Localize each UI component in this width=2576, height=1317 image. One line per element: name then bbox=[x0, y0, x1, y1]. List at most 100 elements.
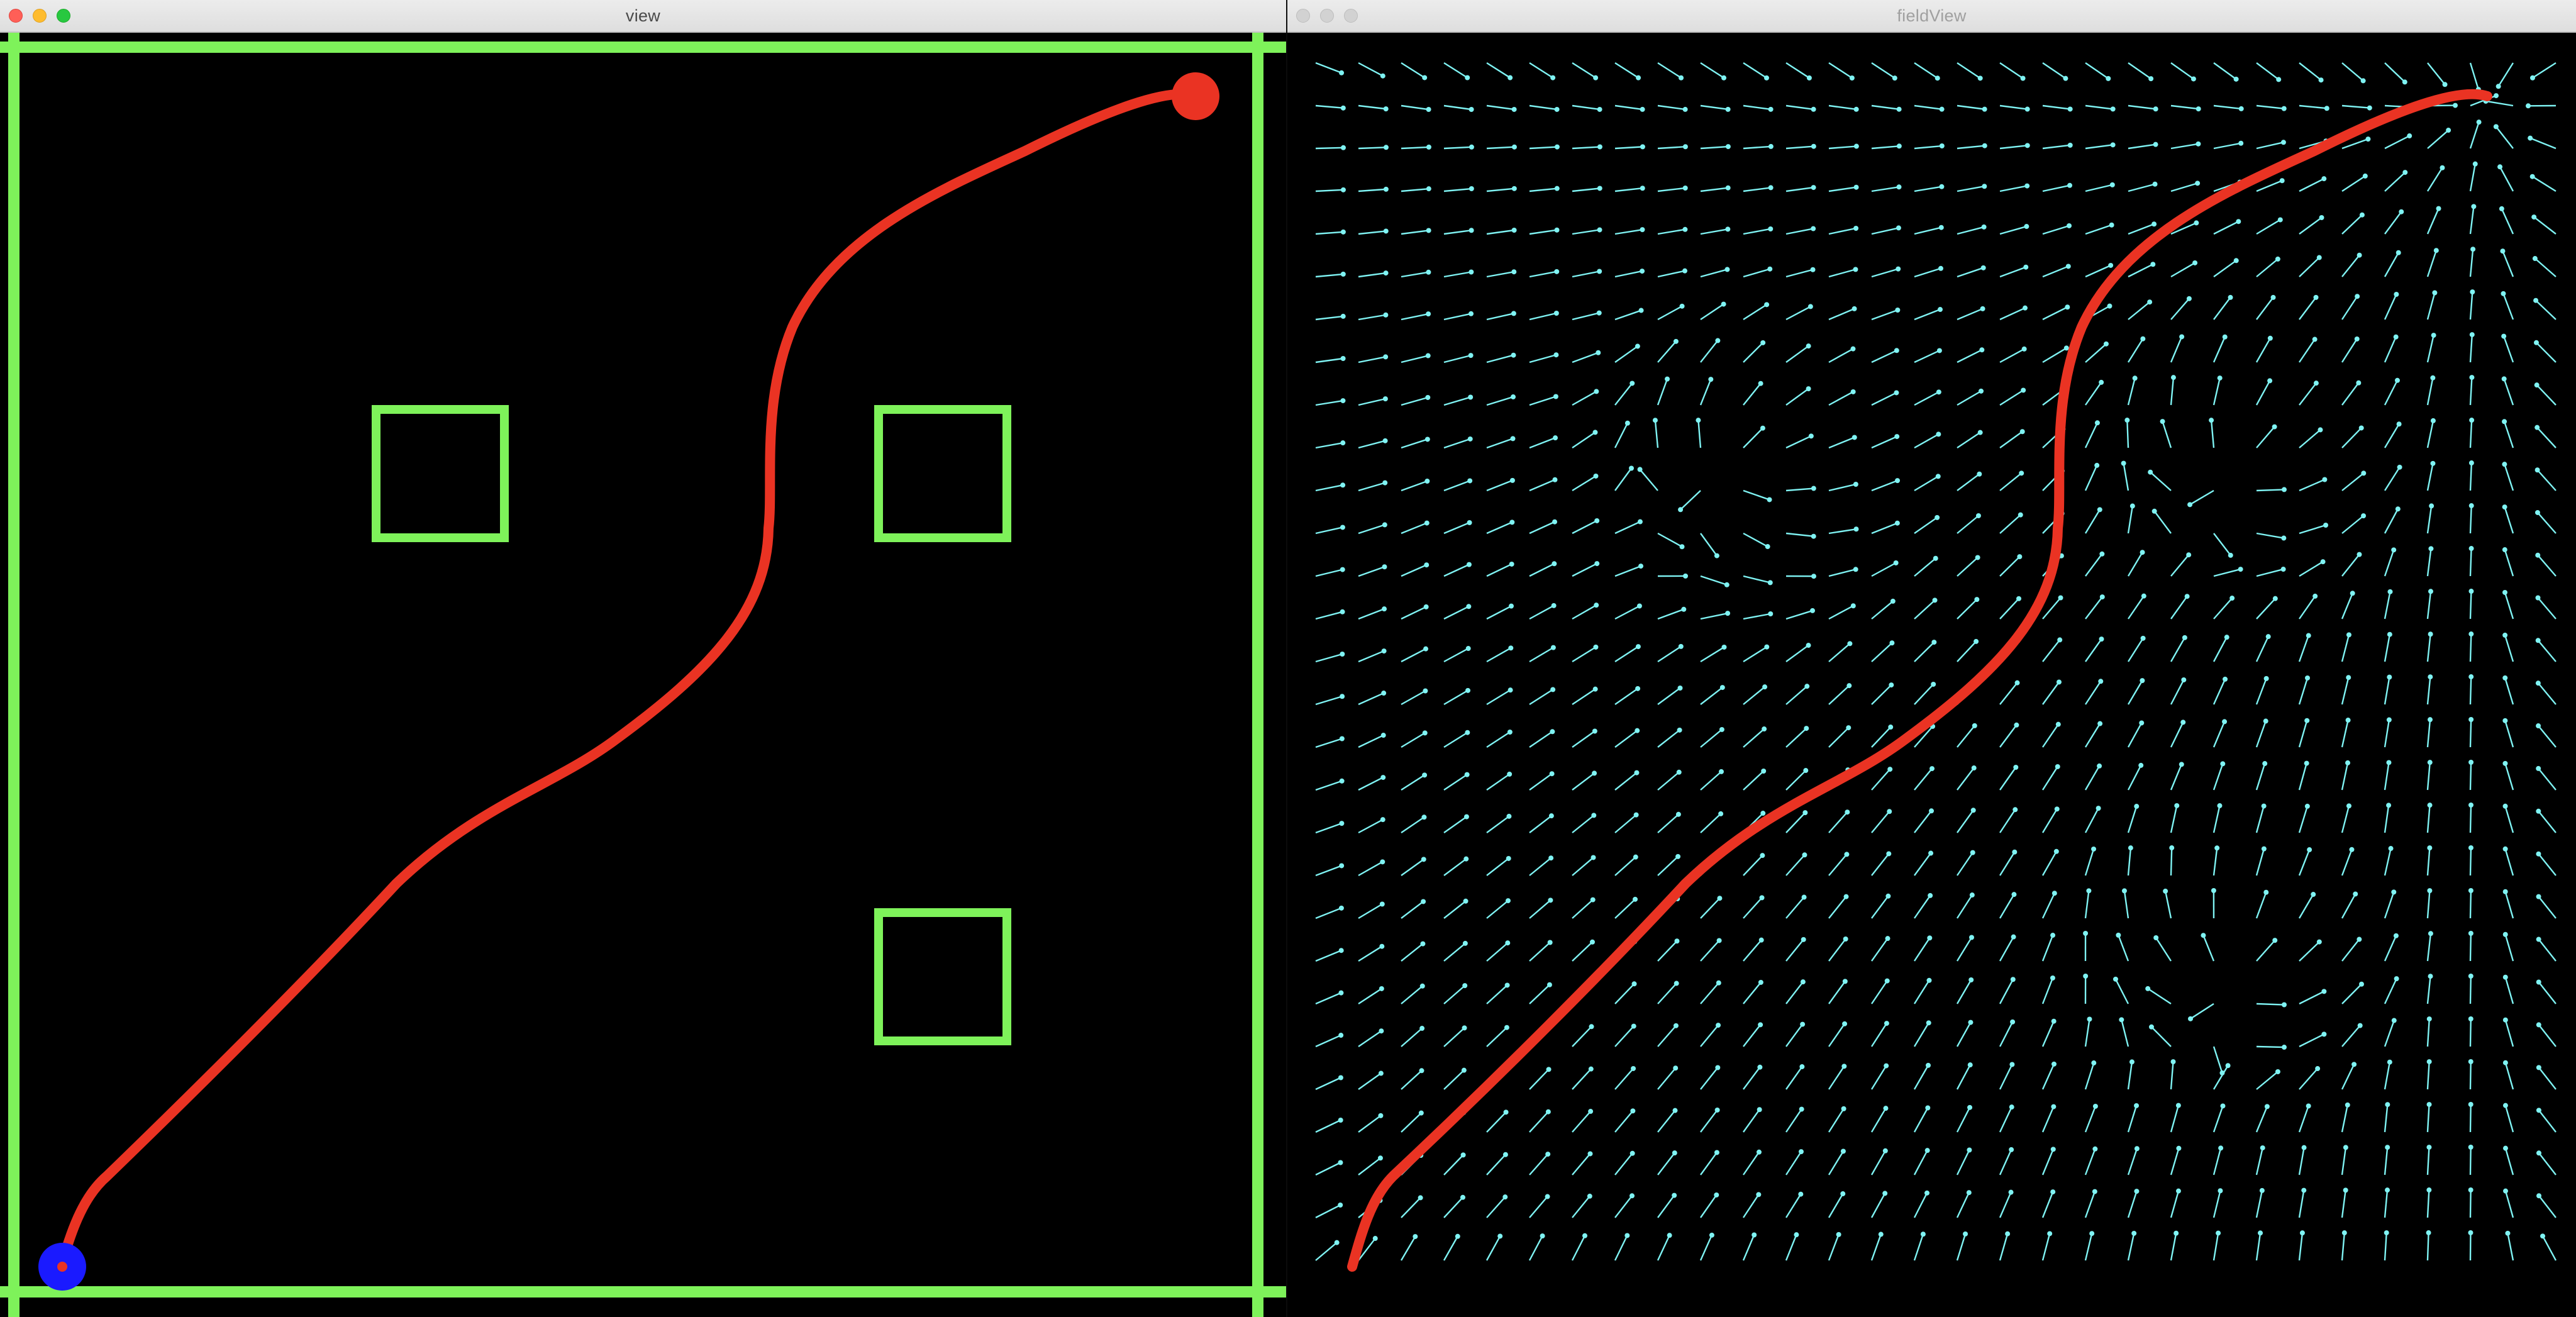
field-vector-tip bbox=[1767, 580, 1773, 586]
field-vector-tip bbox=[2426, 1102, 2432, 1108]
view-canvas[interactable] bbox=[0, 33, 1286, 1317]
field-vector bbox=[1401, 859, 1424, 876]
field-vector-tip bbox=[2140, 336, 2146, 342]
field-vector-tip bbox=[1674, 938, 1680, 944]
field-vector-tip bbox=[1762, 684, 1768, 690]
field-vector-tip bbox=[2391, 1018, 2397, 1023]
field-vector bbox=[1657, 608, 1684, 620]
field-vector bbox=[1870, 1108, 1887, 1133]
field-vector bbox=[1785, 939, 1804, 962]
field-vector-tip bbox=[2169, 845, 2175, 851]
field-vector-tip bbox=[2306, 1103, 2311, 1109]
field-vector-tip bbox=[1678, 507, 1684, 513]
field-view-window: fieldView bbox=[1287, 0, 2576, 1317]
field-vector bbox=[2123, 463, 2129, 491]
field-vector-tip bbox=[2267, 378, 2273, 384]
field-vector bbox=[2298, 894, 2314, 919]
field-vector bbox=[1572, 1111, 1592, 1133]
field-vector-tip bbox=[2496, 84, 2501, 89]
field-vector-tip bbox=[2067, 142, 2073, 148]
field-vector-tip bbox=[1931, 681, 1936, 687]
field-vector-tip bbox=[1760, 340, 1766, 345]
field-vector bbox=[2384, 508, 2399, 534]
field-vector bbox=[2426, 1062, 2430, 1090]
field-vector bbox=[2427, 62, 2446, 86]
field-vector bbox=[1614, 270, 1643, 278]
field-vector bbox=[1700, 575, 1728, 586]
field-vector bbox=[1443, 62, 1468, 79]
field-vector-tip bbox=[2170, 1059, 2176, 1065]
field-vector-tip bbox=[1463, 814, 1469, 820]
field-vector bbox=[1956, 1233, 1967, 1261]
field-vector bbox=[2538, 1024, 2557, 1047]
field-vector-tip bbox=[1798, 1191, 1804, 1197]
field-vector bbox=[2041, 766, 2058, 791]
field-vector-tip bbox=[1982, 106, 1987, 112]
field-vector bbox=[1700, 1109, 1718, 1133]
field-vector bbox=[1828, 605, 1854, 620]
field-vector bbox=[1828, 811, 1848, 833]
field-vector-tip bbox=[1424, 436, 1430, 442]
field-vector-tip bbox=[1967, 1062, 1973, 1068]
field-vector-tip bbox=[1511, 228, 1517, 233]
field-vector-tip bbox=[1548, 897, 1553, 903]
field-vector-tip bbox=[2107, 303, 2112, 309]
field-vector bbox=[2384, 380, 2399, 406]
field-vector-tip bbox=[2097, 507, 2102, 513]
field-vector-tip bbox=[2181, 677, 2187, 682]
field-vector-tip bbox=[1546, 982, 1552, 987]
field-vector-tip bbox=[1587, 1193, 1592, 1199]
field-vector bbox=[2469, 847, 2472, 876]
field-vector-tip bbox=[1554, 227, 1560, 233]
field-vector bbox=[2384, 891, 2395, 919]
field-vector-tip bbox=[2103, 341, 2109, 347]
view-titlebar[interactable]: view bbox=[0, 0, 1286, 33]
field-canvas[interactable] bbox=[1287, 33, 2576, 1317]
field-vector bbox=[1529, 604, 1555, 620]
field-vector-tip bbox=[2357, 252, 2362, 258]
field-vector-tip bbox=[2050, 975, 2055, 981]
field-vector bbox=[1700, 269, 1728, 278]
field-vector bbox=[2128, 596, 2145, 620]
field-view-titlebar[interactable]: fieldView bbox=[1287, 0, 2576, 33]
field-vector-tip bbox=[1725, 226, 1731, 232]
field-vector-tip bbox=[2280, 140, 2286, 145]
field-vector bbox=[2147, 987, 2172, 1005]
field-vector-tip bbox=[1591, 813, 1597, 818]
field-vector-tip bbox=[1810, 267, 1816, 272]
field-vector-tip bbox=[2153, 106, 2158, 112]
field-vector bbox=[1358, 903, 1383, 920]
field-vector-tip bbox=[2056, 679, 2062, 685]
field-vector-tip bbox=[2009, 1147, 2014, 1152]
field-vector bbox=[2041, 1064, 2055, 1090]
field-vector bbox=[1914, 895, 1931, 919]
field-vector bbox=[1657, 187, 1685, 192]
field-vector-tip bbox=[2109, 222, 2114, 228]
field-vector-tip bbox=[2312, 593, 2318, 599]
field-vector bbox=[1871, 642, 1893, 662]
field-vector-tip bbox=[2468, 1016, 2473, 1022]
field-vector bbox=[2170, 182, 2198, 192]
field-vector bbox=[1401, 943, 1424, 962]
field-vector bbox=[2538, 1067, 2557, 1090]
field-vector-tip bbox=[1974, 638, 1979, 644]
field-vector bbox=[2041, 977, 2054, 1004]
field-vector bbox=[2426, 1189, 2430, 1218]
field-vector-tip bbox=[2349, 847, 2355, 852]
field-vector bbox=[2384, 252, 2399, 277]
field-vector bbox=[2502, 250, 2514, 277]
field-vector bbox=[1957, 767, 1975, 791]
field-vector-tip bbox=[1889, 682, 1894, 688]
field-vector-tip bbox=[1982, 184, 1987, 189]
field-vector-tip bbox=[1890, 598, 1896, 604]
field-vector-tip bbox=[1545, 1194, 1550, 1199]
field-vector-tip bbox=[2109, 182, 2115, 187]
field-vector bbox=[1914, 599, 1936, 620]
field-vector-tip bbox=[2502, 1103, 2508, 1108]
field-vector-tip bbox=[2468, 546, 2474, 552]
field-vector bbox=[1315, 1119, 1341, 1133]
field-vector-tip bbox=[2196, 141, 2201, 147]
field-vector bbox=[1401, 606, 1427, 620]
field-vector-tip bbox=[2047, 1231, 2053, 1236]
field-vector bbox=[2128, 301, 2150, 320]
